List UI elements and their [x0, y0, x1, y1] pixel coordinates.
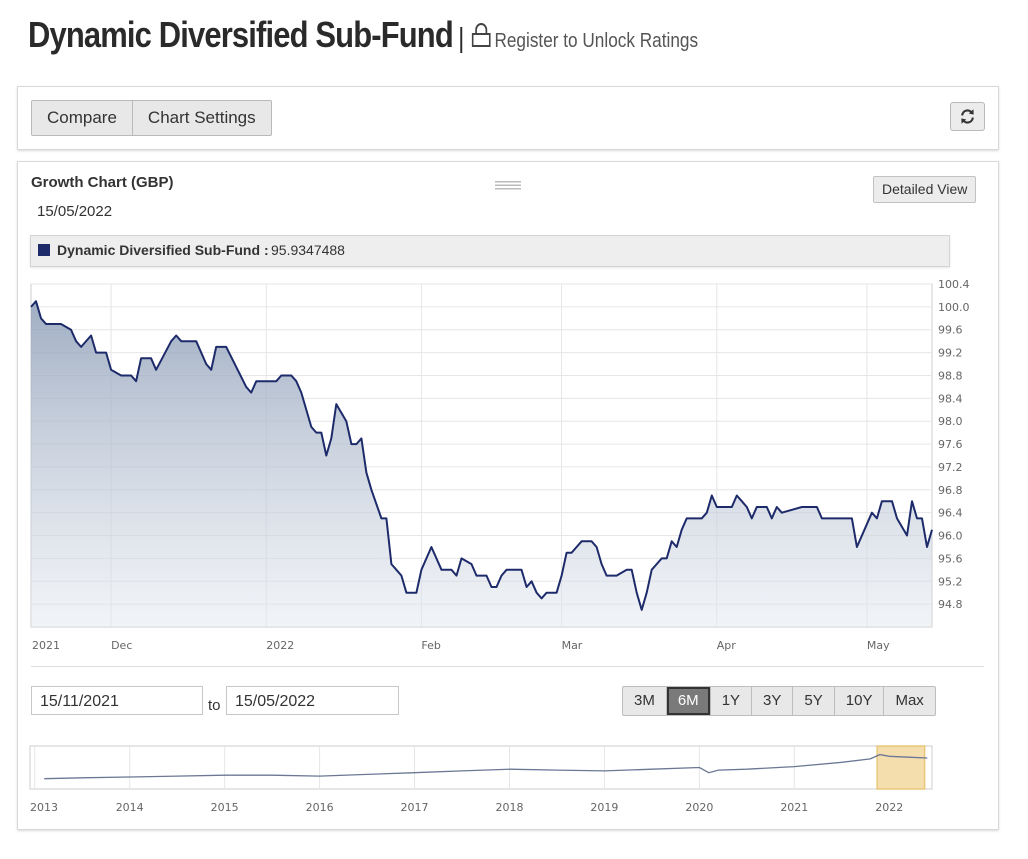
navigator-x-tick-label: 2014 [116, 801, 144, 814]
chart-settings-button[interactable]: Chart Settings [131, 101, 271, 135]
navigator-x-tick-label: 2020 [685, 801, 713, 814]
navigator-x-tick-label: 2013 [30, 801, 58, 814]
navigator-x-tick-label: 2021 [780, 801, 808, 814]
fund-title: Dynamic Diversified Sub-Fund [28, 14, 454, 55]
navigator-x-tick-label: 2018 [495, 801, 523, 814]
title-separator: | [458, 22, 464, 53]
navigator-chart[interactable]: 2013 2014 2015 2016 2017 2018 2019 2020 2021 2022 [18, 162, 998, 829]
navigator-x-tick-label: 2022 [875, 801, 903, 814]
chart-panel: Growth Chart (GBP) 15/05/2022 Detailed V… [17, 161, 999, 830]
register-link[interactable]: Register to Unlock Ratings [494, 30, 698, 52]
toolbar-panel: Compare Chart Settings [17, 86, 999, 150]
refresh-icon [961, 109, 974, 124]
lock-icon [472, 14, 492, 56]
navigator-selection[interactable] [876, 745, 926, 790]
navigator-x-tick-label: 2016 [306, 801, 334, 814]
navigator-x-tick-label: 2019 [590, 801, 618, 814]
navigator-area [29, 745, 933, 790]
toolbar-button-group: Compare Chart Settings [31, 100, 272, 136]
refresh-button[interactable] [950, 102, 985, 131]
fund-title-row: Dynamic Diversified Sub-Fund | Register to… [28, 14, 698, 56]
navigator-x-tick-label: 2017 [401, 801, 429, 814]
compare-button[interactable]: Compare [32, 101, 132, 135]
navigator-x-tick-label: 2015 [211, 801, 239, 814]
